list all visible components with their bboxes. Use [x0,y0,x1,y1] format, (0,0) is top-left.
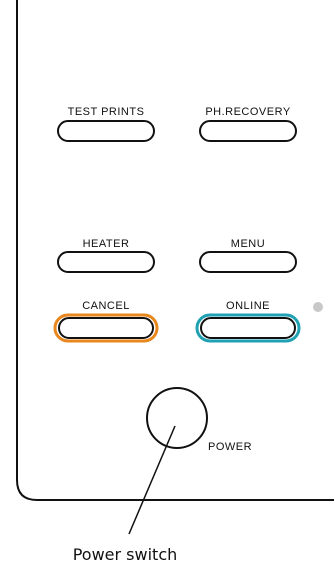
ph-recovery-button[interactable] [199,120,297,142]
heater-label: HEATER [83,238,130,250]
ph-recovery-label: PH.RECOVERY [205,106,291,118]
control-panel-diagram: TEST PRINTS PH.RECOVERY HEATER MENU CANC… [16,0,334,564]
power-label: POWER [208,441,252,453]
test-prints-button[interactable] [57,120,155,142]
heater-button[interactable] [57,251,155,273]
cancel-button[interactable] [58,317,154,339]
online-label: ONLINE [226,300,270,312]
cancel-label: CANCEL [82,300,130,312]
power-switch-callout: Power switch [73,545,178,564]
test-prints-label: TEST PRINTS [68,106,145,118]
online-indicator-led [313,302,323,312]
power-switch[interactable] [146,387,208,449]
menu-label: MENU [231,238,265,250]
menu-button[interactable] [199,251,297,273]
callout-leader-line [128,425,176,535]
online-button[interactable] [200,317,296,339]
